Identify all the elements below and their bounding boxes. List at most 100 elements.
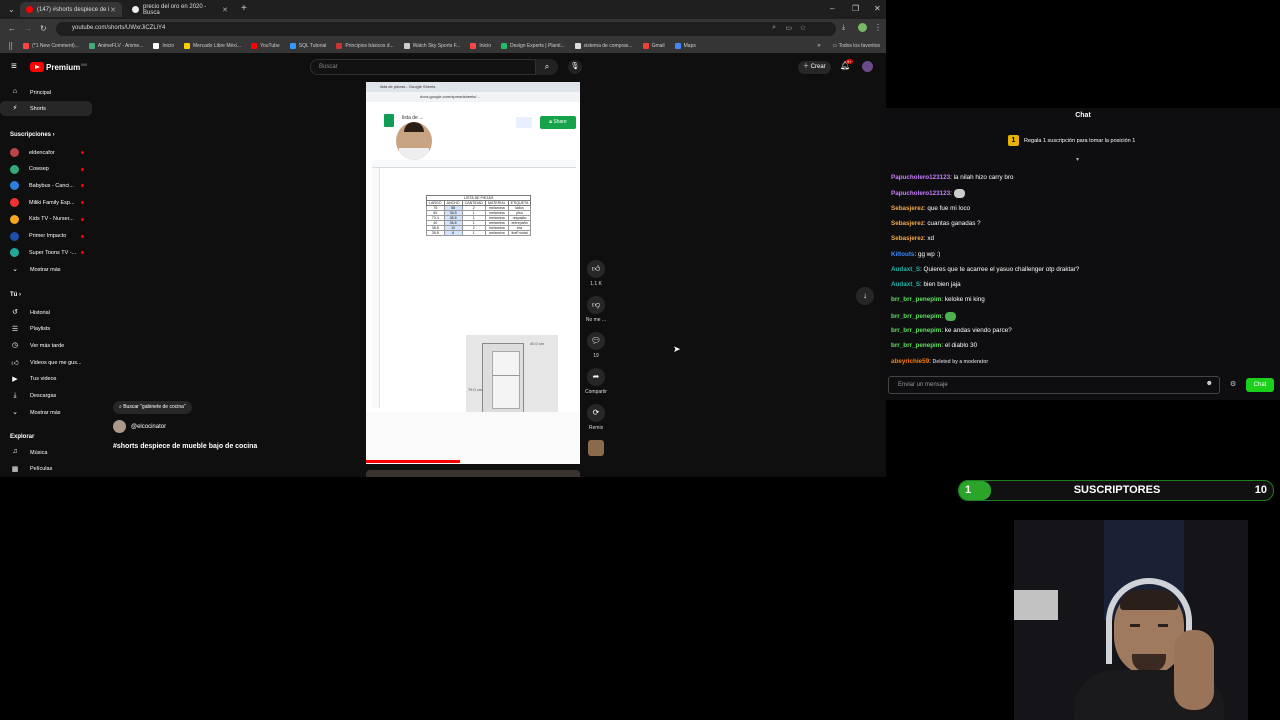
bookmark-item[interactable]: (*1 New Comment)...: [23, 43, 79, 49]
sidebar-item-you[interactable]: ⌄ Mostrar más: [0, 405, 92, 420]
chat-username[interactable]: Papucholero123123: [891, 190, 950, 197]
tab-shorts[interactable]: (147) #shorts despiece de i ✕: [20, 2, 122, 17]
bookmark-item[interactable]: YouTube: [251, 43, 280, 49]
sound-thumbnail[interactable]: [588, 440, 604, 456]
bookmarks-more-icon[interactable]: »: [817, 43, 820, 49]
sidebar-item-you[interactable]: ☰ Playlists: [0, 322, 92, 337]
bookmark-star-icon[interactable]: ☆: [800, 24, 806, 32]
download-icon[interactable]: ⤓: [842, 24, 845, 32]
profile-avatar[interactable]: [858, 23, 867, 32]
bookmark-item[interactable]: SQL Tutorial: [289, 43, 326, 49]
sidebar-item-you[interactable]: ◷ Ver más tarde: [0, 338, 92, 353]
channel-info[interactable]: @elcocinator: [113, 420, 166, 433]
forward-icon[interactable]: →: [24, 24, 32, 33]
sidebar-item-you[interactable]: ⤓ Descargas: [0, 389, 92, 404]
new-tab-icon[interactable]: +: [241, 3, 247, 14]
video-progress-bar[interactable]: [366, 460, 460, 463]
search-input[interactable]: Buscar: [310, 59, 536, 75]
short-video-player[interactable]: lista de piezas - Google Sheets docs.goo…: [366, 82, 580, 464]
create-button[interactable]: ＋ Crear: [798, 61, 831, 74]
chat-settings-icon[interactable]: ⚙: [1230, 380, 1236, 388]
sidebar-item-shorts[interactable]: ⚡︎ Shorts: [0, 101, 92, 116]
sidebar-item-explore[interactable]: ♫ Música: [0, 445, 92, 460]
sidebar-subscription[interactable]: Babybus - Canci...: [0, 178, 92, 193]
bookmark-item[interactable]: Inicio: [153, 43, 174, 49]
chat-message: brr_brr_penepim: keloke mi king: [891, 296, 985, 303]
close-tab-icon[interactable]: ✕: [222, 6, 228, 14]
collapse-icon[interactable]: ▾: [1076, 156, 1079, 163]
hamburger-menu-icon[interactable]: ≡: [11, 61, 17, 72]
sidebar-subscription[interactable]: eldencafor: [0, 145, 92, 160]
chat-username[interactable]: brr_brr_penepim: [891, 313, 941, 320]
share-icon[interactable]: ➦: [587, 368, 605, 386]
account-avatar[interactable]: [862, 61, 873, 72]
sidebar-item-principal[interactable]: ⌂ Principal: [0, 85, 92, 100]
bookmark-item[interactable]: Watch Sky Sports F...: [403, 43, 460, 49]
bookmark-item[interactable]: Design Experts | Planti...: [501, 43, 565, 49]
close-tab-icon[interactable]: ✕: [110, 6, 116, 14]
youtube-logo[interactable]: Premium MX: [30, 62, 87, 72]
chat-username[interactable]: Audaxt_S: [891, 281, 920, 288]
sidebar-item-you[interactable]: ↺ Historial: [0, 305, 92, 320]
bookmark-item[interactable]: Mercado Libre Méxi...: [184, 43, 241, 49]
chat-username[interactable]: brr_brr_penepim: [891, 342, 941, 349]
chat-username[interactable]: brr_brr_penepim: [891, 327, 941, 334]
tab-google-search[interactable]: precio del oro en 2020 - Busca ✕: [126, 2, 234, 17]
sidebar-subscription[interactable]: Super Toons TV -...: [0, 245, 92, 260]
bookmark-item[interactable]: AnimeFLV - Anime...: [88, 43, 143, 49]
chat-username[interactable]: Sebasjerez: [891, 235, 924, 242]
chat-send-button[interactable]: Chat: [1246, 378, 1274, 392]
next-arrow-icon[interactable]: ↓: [856, 287, 874, 305]
chat-username[interactable]: Sebasjerez: [891, 205, 924, 212]
bookmark-item[interactable]: Gmail: [642, 43, 665, 49]
subscriptions-header[interactable]: Suscripciones ›: [10, 132, 55, 138]
chat-username[interactable]: brr_brr_penepim: [891, 296, 941, 303]
zoom-icon[interactable]: ⌕: [772, 24, 776, 32]
chat-username[interactable]: Audaxt_S: [891, 266, 920, 273]
tab-search-icon[interactable]: ⌄: [8, 5, 15, 14]
sheet-row-headers: [372, 168, 380, 408]
sidebar-subscription[interactable]: Kids TV - Nurser...: [0, 212, 92, 227]
comments-icon[interactable]: 💬︎: [587, 332, 605, 350]
chat-username[interactable]: Kiltouts: [891, 251, 914, 258]
restore-icon[interactable]: ❐: [852, 4, 859, 13]
search-icon[interactable]: ⌕: [536, 59, 558, 75]
video-bottom: [366, 412, 580, 464]
chat-username[interactable]: abeyrichie59: [891, 358, 929, 365]
emote-picker-icon[interactable]: ☻: [1206, 380, 1213, 387]
chat-username[interactable]: Papucholero123123: [891, 174, 950, 181]
you-header[interactable]: Tú ›: [10, 292, 21, 298]
dislike-icon[interactable]: 👎︎: [587, 296, 605, 314]
chat-input[interactable]: Enviar un mensaje ☻: [888, 376, 1220, 394]
sidebar-item-explore[interactable]: ▦ Películas: [0, 462, 92, 477]
address-bar[interactable]: youtube.com/shorts/UWxrJiCZLiY4 ⌕ ▭ ☆: [56, 22, 836, 36]
sidebar-subscription[interactable]: Miliki Family Esp...: [0, 195, 92, 210]
remix-icon[interactable]: ⟳: [587, 404, 605, 422]
next-short-preview[interactable]: [366, 470, 580, 477]
channel-name[interactable]: @elcocinator: [131, 424, 166, 430]
back-icon[interactable]: ←: [8, 24, 16, 33]
minimize-icon[interactable]: –: [830, 4, 834, 13]
bookmark-item[interactable]: sistema de compras...: [574, 43, 633, 49]
channel-avatar[interactable]: [113, 420, 126, 433]
bookmark-item[interactable]: Inicio: [470, 43, 491, 49]
bookmark-item[interactable]: Principios básicos d...: [336, 43, 394, 49]
install-icon[interactable]: ▭: [785, 24, 792, 32]
search-suggestion-chip[interactable]: ⌕ Buscar "gabinete de cocina": [113, 401, 192, 414]
reload-icon[interactable]: ↻: [40, 24, 47, 33]
chat-username[interactable]: Sebasjerez: [891, 220, 924, 227]
like-icon[interactable]: 👍︎: [587, 260, 605, 278]
action-rail: 👍︎ 1.1 K 👎︎ No me ... 💬︎ 19 ➦ Compartir …: [584, 260, 608, 456]
gift-sub-banner[interactable]: 1 Regala 1 suscripción para tomar la pos…: [1008, 135, 1135, 146]
menu-icon[interactable]: ⋮: [874, 23, 882, 32]
channel-avatar: [10, 231, 19, 241]
sidebar-item-you[interactable]: 👍︎ Videos que me gus...: [0, 355, 92, 370]
sidebar-subscription[interactable]: Cowsep: [0, 162, 92, 177]
microphone-icon[interactable]: 🎙︎: [568, 60, 582, 74]
sidebar-item-you[interactable]: ▶ Tus videos: [0, 372, 92, 387]
all-bookmarks[interactable]: ▭ Todos los favoritos: [833, 43, 880, 49]
sidebar-show-more[interactable]: ⌄ Mostrar más: [0, 262, 92, 277]
window-close-icon[interactable]: ✕: [874, 4, 881, 13]
bookmark-item[interactable]: Maps: [674, 43, 696, 49]
sidebar-subscription[interactable]: Primer Impacto: [0, 229, 92, 244]
